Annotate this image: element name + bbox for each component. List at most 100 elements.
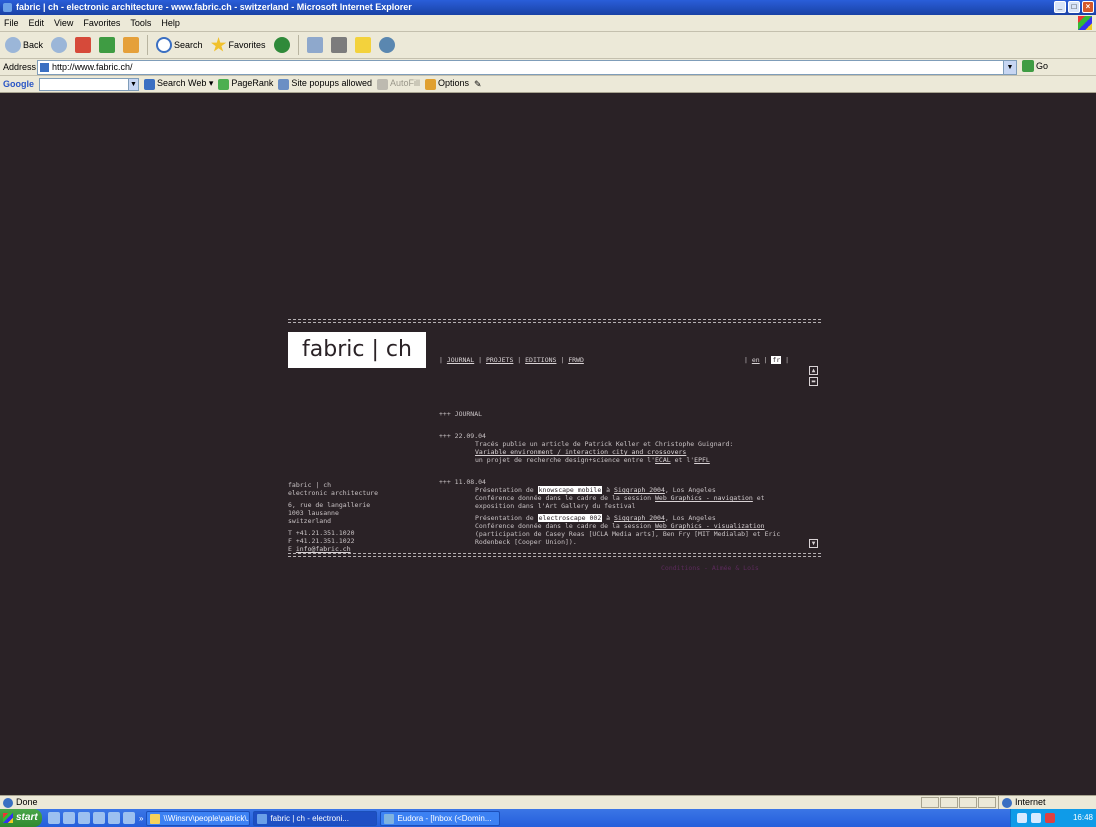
taskbar-button-eudora[interactable]: Eudora - [Inbox (<Domin... bbox=[380, 810, 501, 826]
messenger-icon bbox=[378, 37, 395, 53]
lang-en[interactable]: en bbox=[752, 356, 760, 364]
nav-projets[interactable]: PROJETS bbox=[486, 356, 513, 364]
start-button[interactable]: start bbox=[0, 809, 42, 827]
minimize-button[interactable]: _ bbox=[1054, 1, 1066, 13]
electroscape-link[interactable]: electroscape 002 bbox=[537, 514, 603, 522]
scroll-down-icon[interactable]: ▼ bbox=[809, 539, 818, 548]
quick-launch-icon[interactable] bbox=[48, 812, 60, 824]
search-label: Search bbox=[174, 40, 203, 50]
print-button[interactable] bbox=[329, 35, 349, 56]
system-tray: 16:48 bbox=[1010, 809, 1096, 827]
folder-icon bbox=[150, 813, 161, 824]
search-button[interactable]: Search bbox=[154, 35, 205, 56]
quick-launch-icon[interactable] bbox=[123, 812, 135, 824]
address-dropdown-button[interactable]: ▼ bbox=[1003, 61, 1016, 74]
scroll-up-icon[interactable]: ▲ bbox=[809, 366, 818, 375]
back-button[interactable]: Back bbox=[3, 35, 45, 56]
go-button[interactable]: Go bbox=[1022, 60, 1048, 72]
window-controls: _ □ × bbox=[1054, 1, 1094, 13]
autofill-icon bbox=[376, 78, 388, 90]
quick-launch-icon[interactable] bbox=[63, 812, 75, 824]
menu-file[interactable]: File bbox=[4, 15, 19, 31]
quick-launch-more[interactable]: » bbox=[139, 814, 143, 823]
edit-icon bbox=[354, 37, 371, 53]
tray-icon[interactable] bbox=[1017, 813, 1027, 823]
google-logo[interactable]: Google bbox=[3, 79, 34, 89]
fax: F +41.21.351.1022 bbox=[288, 537, 355, 545]
favorites-button[interactable]: Favorites bbox=[209, 35, 268, 56]
home-button[interactable] bbox=[121, 35, 141, 56]
phone: T +41.21.351.1020 bbox=[288, 529, 355, 537]
status-bar: Done Internet bbox=[0, 795, 1096, 809]
refresh-icon bbox=[99, 37, 116, 53]
menu-view[interactable]: View bbox=[54, 15, 73, 31]
close-button[interactable]: × bbox=[1082, 1, 1094, 13]
messenger-button[interactable] bbox=[377, 35, 397, 56]
nav-editions[interactable]: EDITIONS bbox=[525, 356, 556, 364]
ie-icon bbox=[257, 813, 268, 824]
email-line: E info@fabric.ch bbox=[288, 545, 418, 553]
epfl-link[interactable]: EPFL bbox=[694, 456, 710, 464]
scroll-top-icon[interactable]: ▬ bbox=[809, 377, 818, 386]
journal-entry: +++ 11.08.04 Présentation de knowscape m… bbox=[439, 478, 809, 546]
menu-help[interactable]: Help bbox=[161, 15, 180, 31]
entry-text: Tracés publie un article de Patrick Kell… bbox=[475, 440, 734, 448]
forward-button[interactable] bbox=[49, 35, 69, 56]
address-input[interactable]: http://www.fabric.ch/ ▼ bbox=[37, 60, 1017, 75]
menu-favorites[interactable]: Favorites bbox=[83, 15, 120, 31]
quick-launch bbox=[48, 812, 135, 824]
pagerank-icon bbox=[218, 78, 230, 90]
binoculars-icon bbox=[144, 78, 155, 90]
credits[interactable]: Conditions - Aimée & Loïs bbox=[661, 564, 759, 572]
options-button[interactable]: Options bbox=[425, 78, 469, 90]
standard-toolbar: Back Search Favorites bbox=[0, 32, 1096, 59]
siggraph-link[interactable]: Siggraph 2004 bbox=[614, 514, 665, 522]
nav-journal[interactable]: JOURNAL bbox=[447, 356, 474, 364]
go-label: Go bbox=[1036, 61, 1049, 71]
email-link[interactable]: info@fabric.ch bbox=[296, 545, 351, 553]
refresh-button[interactable] bbox=[97, 35, 117, 56]
back-arrow-icon bbox=[5, 37, 21, 53]
media-button[interactable] bbox=[272, 35, 292, 56]
autofill-button[interactable]: AutoFill bbox=[376, 78, 420, 90]
maximize-button[interactable]: □ bbox=[1068, 1, 1080, 13]
entry-date: +++ 11.08.04 bbox=[439, 478, 486, 486]
popup-blocker-button[interactable]: Site popups allowed bbox=[278, 78, 372, 90]
tray-icon[interactable] bbox=[1031, 813, 1041, 823]
toolbar-separator bbox=[147, 35, 149, 55]
taskbar-button-ie[interactable]: fabric | ch - electroni... bbox=[253, 810, 378, 826]
address-line: switzerland bbox=[288, 517, 332, 525]
entry-text-part: à bbox=[602, 514, 614, 522]
stop-button[interactable] bbox=[73, 35, 93, 56]
search-web-button[interactable]: Search Web ▾ bbox=[144, 78, 213, 90]
menu-tools[interactable]: Tools bbox=[130, 15, 151, 31]
taskbar-button-label: fabric | ch - electroni... bbox=[270, 813, 350, 823]
highlight-icon[interactable]: ✎ bbox=[474, 79, 482, 90]
edit-button[interactable] bbox=[353, 35, 373, 56]
quick-launch-icon[interactable] bbox=[78, 812, 90, 824]
taskbar-button-folder[interactable]: \\Winsrv\people\patrick\... bbox=[146, 810, 251, 826]
quick-launch-icon[interactable] bbox=[108, 812, 120, 824]
knowscape-link[interactable]: knowscape mobile bbox=[537, 486, 603, 494]
google-search-dropdown[interactable]: ▼ bbox=[128, 77, 139, 91]
web-graphics-navigation-link[interactable]: Web Graphics - navigation bbox=[655, 494, 753, 502]
back-label: Back bbox=[23, 40, 44, 50]
google-search-input[interactable] bbox=[39, 77, 129, 91]
web-graphics-visualization-link[interactable]: Web Graphics - visualization bbox=[655, 522, 765, 530]
entry-text: (participation de Casey Reas [UCLA Media… bbox=[475, 530, 781, 538]
windows-logo-icon bbox=[1078, 16, 1092, 30]
nav-frwd[interactable]: FRWD bbox=[568, 356, 584, 364]
quick-launch-icon[interactable] bbox=[93, 812, 105, 824]
site-logo[interactable]: fabric | ch bbox=[288, 332, 426, 368]
lang-fr[interactable]: fr bbox=[771, 356, 782, 364]
tray-icon[interactable] bbox=[1045, 813, 1055, 823]
globe-icon bbox=[1002, 798, 1012, 808]
siggraph-link[interactable]: Siggraph 2004 bbox=[614, 486, 665, 494]
pagerank-indicator[interactable]: PageRank bbox=[218, 78, 273, 90]
ecal-link[interactable]: ECAL bbox=[655, 456, 671, 464]
entry-link[interactable]: Variable environment / interaction city … bbox=[475, 448, 686, 456]
print-icon bbox=[330, 37, 347, 53]
bottom-divider bbox=[288, 553, 821, 557]
mail-button[interactable] bbox=[305, 35, 325, 56]
menu-edit[interactable]: Edit bbox=[29, 15, 45, 31]
